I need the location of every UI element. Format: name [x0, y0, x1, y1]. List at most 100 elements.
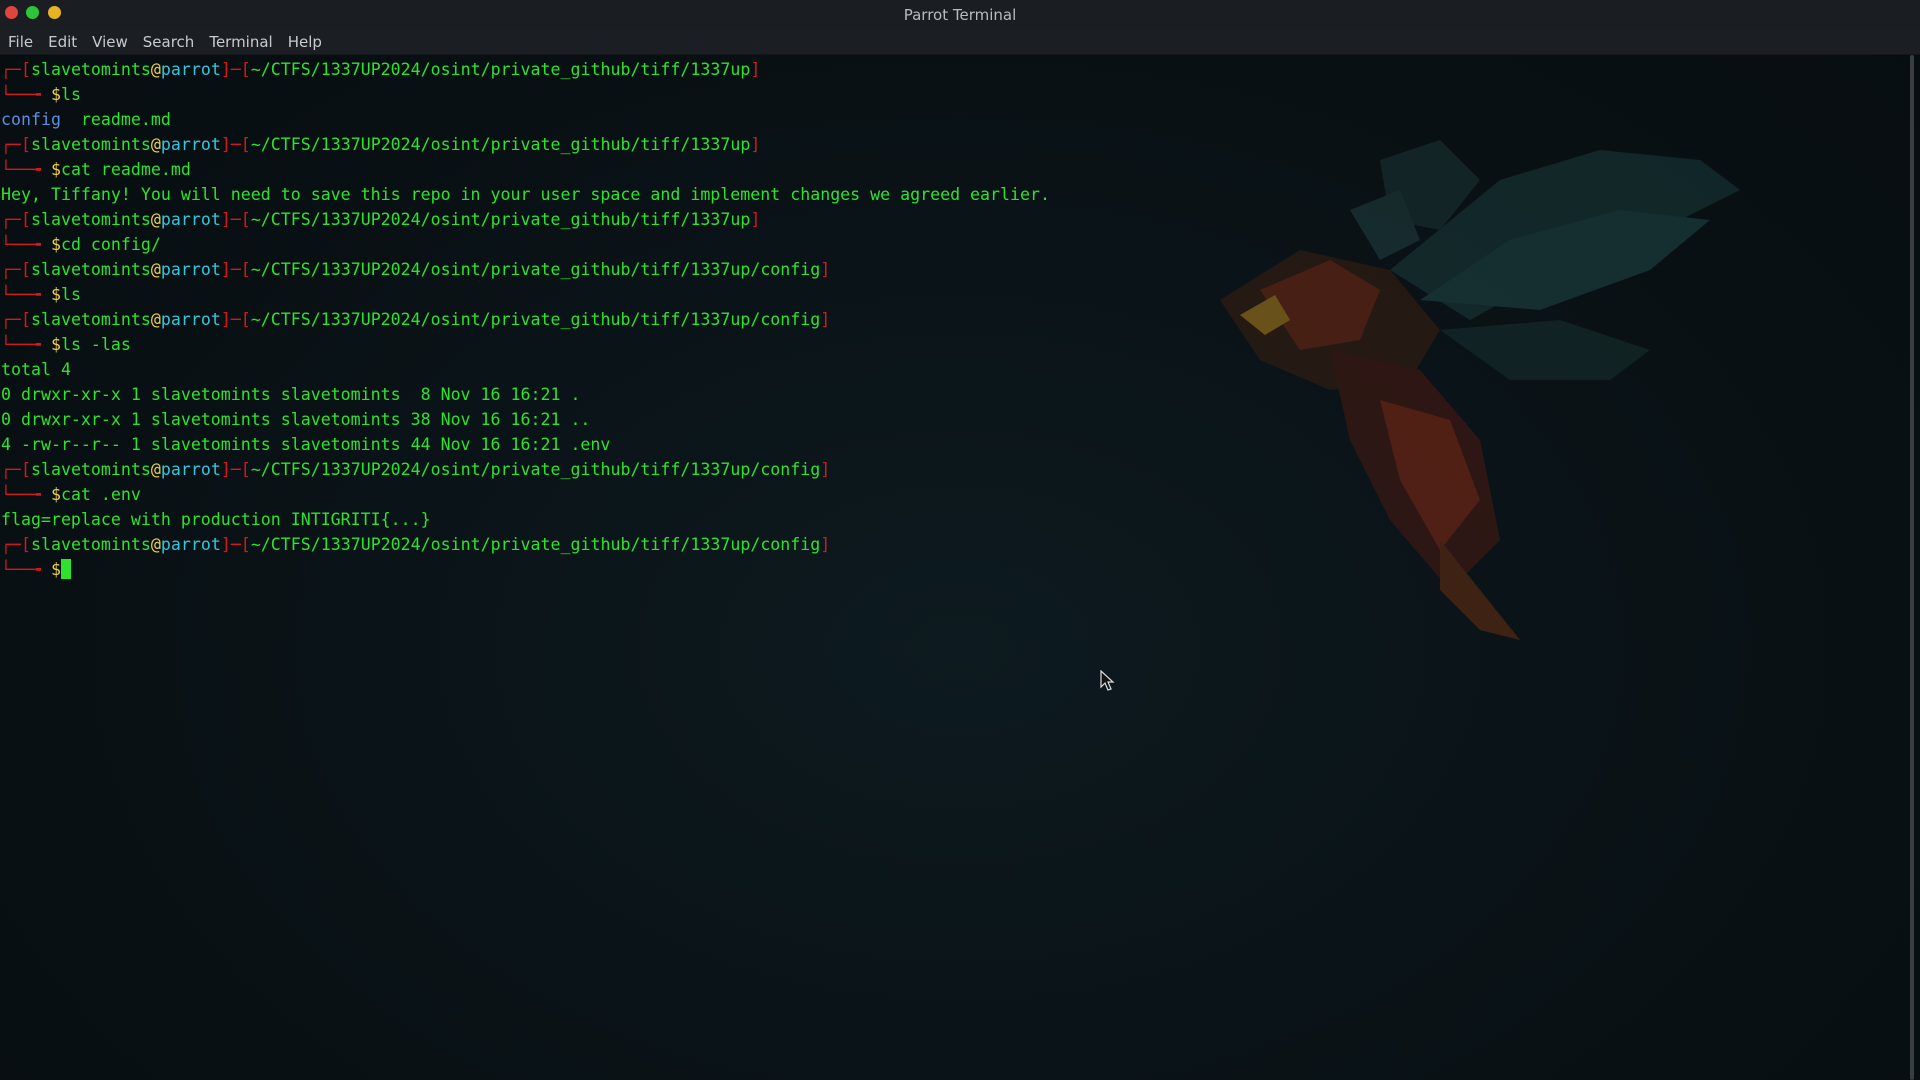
- ls-output-line: config readme.md: [1, 107, 1909, 132]
- prompt-at: @: [150, 535, 161, 554]
- prompt-at: @: [150, 135, 161, 154]
- text-cursor[interactable]: [60, 559, 71, 579]
- title-bar: Parrot Terminal: [0, 0, 1920, 29]
- command-text: ls: [60, 285, 81, 304]
- prompt-at: @: [150, 460, 161, 479]
- prompt-host: parrot: [160, 135, 221, 154]
- prompt-bracket: ┌─[: [1, 60, 31, 79]
- prompt-bracket: ]: [820, 535, 831, 554]
- menu-edit[interactable]: Edit: [48, 33, 77, 51]
- prompt-bracket: ┌─[: [1, 260, 31, 279]
- prompt-bracket: ]─[: [220, 135, 251, 154]
- output-line: 0 drwxr-xr-x 1 slavetomints slavetomints…: [1, 385, 581, 404]
- command-text: cat readme.md: [60, 160, 191, 179]
- menu-file[interactable]: File: [8, 33, 33, 51]
- prompt-at: @: [150, 260, 161, 279]
- prompt-dollar: $: [50, 560, 61, 579]
- terminal-window: Parrot Terminal File Edit View Search Te…: [0, 0, 1920, 1080]
- prompt-path: ~/CTFS/1337UP2024/osint/private_github/t…: [250, 60, 751, 79]
- prompt-arrow: └──╼: [1, 235, 51, 254]
- output-line: 4 -rw-r--r-- 1 slavetomints slavetomints…: [1, 435, 611, 454]
- prompt-path: ~/CTFS/1337UP2024/osint/private_github/t…: [250, 310, 821, 329]
- prompt-arrow: └──╼: [1, 485, 51, 504]
- prompt-dollar: $: [50, 235, 61, 254]
- prompt-at: @: [150, 60, 161, 79]
- prompt-bracket: ┌─[: [1, 135, 31, 154]
- command-line: └──╼ $ls -las: [1, 332, 1909, 357]
- prompt-line: ┌─[slavetomints@parrot]─[~/CTFS/1337UP20…: [1, 457, 1909, 482]
- output-line: total 4: [1, 360, 71, 379]
- command-text: cat .env: [60, 485, 141, 504]
- prompt-host: parrot: [160, 310, 221, 329]
- prompt-user: slavetomints: [30, 210, 151, 229]
- prompt-bracket: ]: [820, 310, 831, 329]
- prompt-user: slavetomints: [30, 310, 151, 329]
- prompt-bracket: ┌─[: [1, 535, 31, 554]
- prompt-arrow: └──╼: [1, 560, 51, 579]
- command-text: cd config/: [60, 235, 161, 254]
- prompt-bracket: ]: [750, 135, 761, 154]
- prompt-user: slavetomints: [30, 135, 151, 154]
- command-line: └──╼ $ls: [1, 282, 1909, 307]
- command-text: ls -las: [60, 335, 131, 354]
- prompt-bracket: ]: [750, 60, 761, 79]
- prompt-line: ┌─[slavetomints@parrot]─[~/CTFS/1337UP20…: [1, 207, 1909, 232]
- output-line: flag=replace with production INTIGRITI{.…: [1, 510, 431, 529]
- menu-help[interactable]: Help: [288, 33, 322, 51]
- prompt-bracket: ]─[: [220, 260, 251, 279]
- prompt-dollar: $: [50, 85, 61, 104]
- mouse-pointer-icon: [1100, 670, 1115, 691]
- command-text: ls: [60, 85, 81, 104]
- prompt-host: parrot: [160, 260, 221, 279]
- command-line: └──╼ $cat .env: [1, 482, 1909, 507]
- prompt-arrow: └──╼: [1, 160, 51, 179]
- menu-search[interactable]: Search: [143, 33, 195, 51]
- prompt-arrow: └──╼: [1, 285, 51, 304]
- prompt-bracket: ]: [820, 260, 831, 279]
- output-line: Hey, Tiffany! You will need to save this…: [1, 185, 1050, 204]
- prompt-line: ┌─[slavetomints@parrot]─[~/CTFS/1337UP20…: [1, 532, 1909, 557]
- prompt-user: slavetomints: [30, 60, 151, 79]
- prompt-host: parrot: [160, 460, 221, 479]
- prompt-path: ~/CTFS/1337UP2024/osint/private_github/t…: [250, 210, 751, 229]
- prompt-bracket: ┌─[: [1, 310, 31, 329]
- prompt-at: @: [150, 310, 161, 329]
- prompt-line: ┌─[slavetomints@parrot]─[~/CTFS/1337UP20…: [1, 132, 1909, 157]
- command-line: └──╼ $: [1, 557, 1909, 582]
- prompt-user: slavetomints: [30, 460, 151, 479]
- menu-view[interactable]: View: [92, 33, 128, 51]
- prompt-arrow: └──╼: [1, 335, 51, 354]
- prompt-bracket: ]─[: [220, 535, 251, 554]
- prompt-bracket: ]─[: [220, 60, 251, 79]
- ls-entry-file: readme.md: [80, 110, 171, 129]
- prompt-bracket: ┌─[: [1, 460, 31, 479]
- prompt-dollar: $: [50, 485, 61, 504]
- prompt-bracket: ]: [820, 460, 831, 479]
- prompt-line: ┌─[slavetomints@parrot]─[~/CTFS/1337UP20…: [1, 257, 1909, 282]
- prompt-bracket: ]: [750, 210, 761, 229]
- ls-entry-directory: config: [1, 110, 61, 129]
- prompt-path: ~/CTFS/1337UP2024/osint/private_github/t…: [250, 260, 821, 279]
- prompt-path: ~/CTFS/1337UP2024/osint/private_github/t…: [250, 135, 751, 154]
- prompt-bracket: ]─[: [220, 210, 251, 229]
- output-line: 0 drwxr-xr-x 1 slavetomints slavetomints…: [1, 410, 591, 429]
- prompt-host: parrot: [160, 535, 221, 554]
- scrollbar[interactable]: [1910, 55, 1914, 1080]
- prompt-dollar: $: [50, 335, 61, 354]
- prompt-path: ~/CTFS/1337UP2024/osint/private_github/t…: [250, 535, 821, 554]
- prompt-line: ┌─[slavetomints@parrot]─[~/CTFS/1337UP20…: [1, 307, 1909, 332]
- command-line: └──╼ $cat readme.md: [1, 157, 1909, 182]
- prompt-bracket: ]─[: [220, 310, 251, 329]
- prompt-user: slavetomints: [30, 260, 151, 279]
- menu-terminal[interactable]: Terminal: [209, 33, 272, 51]
- terminal-output[interactable]: ┌─[slavetomints@parrot]─[~/CTFS/1337UP20…: [0, 55, 1909, 1080]
- prompt-at: @: [150, 210, 161, 229]
- prompt-dollar: $: [50, 160, 61, 179]
- command-line: └──╼ $ls: [1, 82, 1909, 107]
- prompt-user: slavetomints: [30, 535, 151, 554]
- prompt-path: ~/CTFS/1337UP2024/osint/private_github/t…: [250, 460, 821, 479]
- prompt-host: parrot: [160, 210, 221, 229]
- menu-bar: File Edit View Search Terminal Help: [0, 29, 1920, 55]
- prompt-bracket: ]─[: [220, 460, 251, 479]
- prompt-line: ┌─[slavetomints@parrot]─[~/CTFS/1337UP20…: [1, 57, 1909, 82]
